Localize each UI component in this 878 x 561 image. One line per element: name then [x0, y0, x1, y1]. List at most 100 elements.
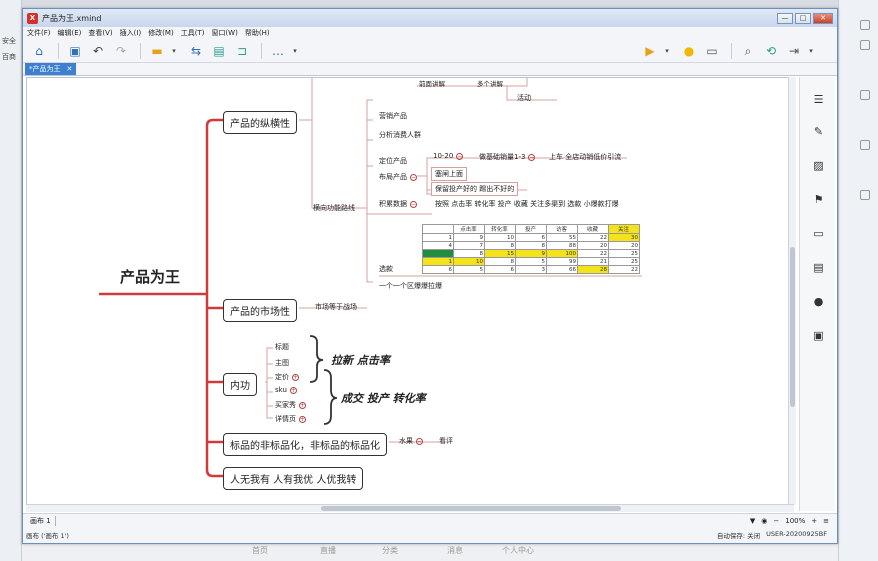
subtopic-buyer-show[interactable]: 买家秀 +	[275, 400, 306, 410]
menu-modify[interactable]: 修改(M)	[148, 28, 174, 38]
subtopic-main-image[interactable]: 主图	[275, 358, 289, 368]
subtopic-accumulate[interactable]: 积累数据 −	[379, 199, 417, 209]
image-icon[interactable]: ▨	[812, 159, 825, 172]
collapse-icon[interactable]: −	[410, 173, 417, 181]
close-icon[interactable]: ✕	[67, 65, 73, 73]
gantt-icon[interactable]: ▭	[702, 42, 722, 60]
subtopic-sku[interactable]: sku +	[275, 386, 297, 394]
format-brush-icon[interactable]: ✎	[812, 125, 825, 138]
minimize-button[interactable]: —	[777, 12, 793, 24]
relationship-icon[interactable]: ⇆	[186, 42, 206, 60]
summary-conversion[interactable]: 成交 投产 转化率	[341, 390, 426, 406]
menu-help[interactable]: 帮助(H)	[245, 28, 270, 38]
zoom-level[interactable]: 100%	[785, 517, 805, 525]
zoom-out-button[interactable]: −	[773, 517, 779, 525]
chevron-down-icon[interactable]: ▾	[663, 42, 671, 60]
subtopic-marketing[interactable]: 营销产品	[379, 111, 407, 121]
collapse-icon[interactable]: −	[410, 200, 417, 208]
topic-icon[interactable]: ▬	[147, 42, 167, 60]
close-button[interactable]: ✕	[813, 12, 833, 24]
subtopic[interactable]: 前面讲解	[419, 78, 445, 88]
expand-icon[interactable]: +	[289, 386, 297, 394]
outline-icon[interactable]: ☰	[812, 93, 825, 106]
expand-icon[interactable]: +	[299, 401, 306, 409]
task-icon[interactable]: ▣	[812, 329, 825, 342]
subtopic-sales-basic[interactable]: 做基础销量1-3−	[479, 152, 536, 162]
expand-icon[interactable]: +	[299, 415, 306, 423]
subtopic-upper[interactable]: 塞闸上面	[431, 167, 467, 181]
subtopic-detail-page[interactable]: 详情页 +	[275, 414, 306, 424]
menu-tools[interactable]: 工具(T)	[181, 28, 205, 38]
mindmap-canvas[interactable]: 产品为王 产品的纵横性 产品的市场性 内功 标品的非标品化，非标品的标品化 人无…	[26, 77, 794, 511]
menu-window[interactable]: 窗口(W)	[211, 28, 237, 38]
menu-insert[interactable]: 插入(I)	[120, 28, 142, 38]
sheet-tab[interactable]: 画布 1	[26, 515, 56, 526]
subtopic-route[interactable]: 横向功能路线	[313, 203, 355, 213]
table-cell	[422, 249, 454, 258]
topic-standardization[interactable]: 标品的非标品化，非标品的标品化	[223, 433, 387, 456]
export-icon[interactable]: ⇥	[784, 42, 804, 60]
status-autosave[interactable]: 自动保存: 关闭	[717, 530, 760, 540]
subtopic-sales-range[interactable]: 10-20−	[433, 152, 464, 160]
horizontal-scrollbar[interactable]	[26, 504, 794, 512]
menu-edit[interactable]: 编辑(E)	[58, 28, 82, 38]
search-icon[interactable]: ⌕	[738, 42, 758, 60]
save-icon[interactable]: ▣	[65, 42, 85, 60]
collapse-icon[interactable]: −	[456, 152, 464, 160]
menu-icon[interactable]: ≡	[823, 517, 829, 525]
subtopic-traffic[interactable]: 上车 全店动销低价引流	[549, 152, 621, 162]
boundary-icon[interactable]: ▤	[209, 42, 229, 60]
zoom-in-button[interactable]: +	[811, 517, 817, 525]
subtopic-metrics[interactable]: 按照 点击率 转化率 投产 收藏 关注多渠到 选款 小爆款打爆	[435, 199, 619, 209]
subtopic-title[interactable]: 标题	[275, 342, 289, 352]
home-icon[interactable]: ⌂	[29, 42, 49, 60]
summary-icon[interactable]: ⊐	[232, 42, 252, 60]
menu-file[interactable]: 文件(F)	[27, 28, 51, 38]
chevron-down-icon[interactable]: ▾	[807, 42, 815, 60]
expand-icon[interactable]: +	[292, 373, 299, 381]
collapse-icon[interactable]: −	[528, 153, 536, 161]
marker-flag-icon[interactable]: ⚑	[812, 193, 825, 206]
vertical-scrollbar[interactable]	[788, 77, 796, 505]
share-icon[interactable]: ⟲	[761, 42, 781, 60]
subtopic[interactable]: 多个讲解	[477, 78, 503, 88]
subtopic-consumer[interactable]: 分析消费人群	[379, 130, 421, 140]
more-icon[interactable]: …	[268, 42, 288, 60]
subtopic-fruit[interactable]: 水果 −	[399, 436, 423, 446]
redo-icon[interactable]: ↷	[111, 42, 131, 60]
title-bar[interactable]: X 产品为王.xmind — □ ✕	[23, 9, 837, 27]
scroll-thumb[interactable]	[321, 506, 621, 511]
subtopic-tea[interactable]: 看评	[439, 436, 453, 446]
topic-internal[interactable]: 内功	[223, 373, 257, 396]
scroll-thumb[interactable]	[790, 247, 795, 407]
filter-icon[interactable]: ▼	[750, 517, 755, 525]
chevron-down-icon[interactable]: ▾	[170, 42, 178, 60]
label-icon[interactable]: ▭	[812, 227, 825, 240]
notes-icon[interactable]: ▤	[812, 261, 825, 274]
subtopic-layout[interactable]: 布局产品 −	[379, 172, 417, 182]
bg-nav-item: 消息	[447, 546, 463, 555]
topic-market[interactable]: 产品的市场性	[223, 299, 297, 322]
tab-document[interactable]: *产品为王 ✕	[25, 63, 77, 75]
central-topic[interactable]: 产品为王	[120, 266, 180, 287]
topic-unique[interactable]: 人无我有 人有我优 人优我转	[223, 467, 364, 490]
undo-icon[interactable]: ↶	[88, 42, 108, 60]
subtopic-activity[interactable]: 活动	[517, 93, 531, 103]
subtopic-market-level[interactable]: 市场等于战场	[315, 302, 357, 312]
subtopic-positioning[interactable]: 定位产品	[379, 156, 407, 166]
menu-view[interactable]: 查看(V)	[88, 28, 112, 38]
summary-new-clicks[interactable]: 拉新 点击率	[331, 352, 390, 368]
subtopic-select[interactable]: 选款	[379, 264, 393, 274]
embedded-data-table[interactable]: 点击率 转化率 投产 访客 收藏 关注 1 9 10 6 55 22 30 4 …	[422, 224, 640, 274]
subtopic-traffic-pull[interactable]: 一个一个区爆爆拉爆	[379, 281, 442, 291]
presentation-icon[interactable]: ▶	[640, 42, 660, 60]
collapse-icon[interactable]: −	[416, 437, 423, 445]
subtopic-pricing[interactable]: 定价 +	[275, 372, 299, 382]
chevron-down-icon[interactable]: ▾	[291, 42, 299, 60]
subtopic-keep-good[interactable]: 保留投产好的 踢出不好的	[431, 182, 519, 196]
topic-vertical[interactable]: 产品的纵横性	[223, 111, 297, 134]
maximize-button[interactable]: □	[795, 12, 811, 24]
lightbulb-icon[interactable]: ●	[679, 42, 699, 60]
comment-icon[interactable]: ●	[812, 295, 825, 308]
eye-icon[interactable]: ◉	[761, 517, 767, 525]
